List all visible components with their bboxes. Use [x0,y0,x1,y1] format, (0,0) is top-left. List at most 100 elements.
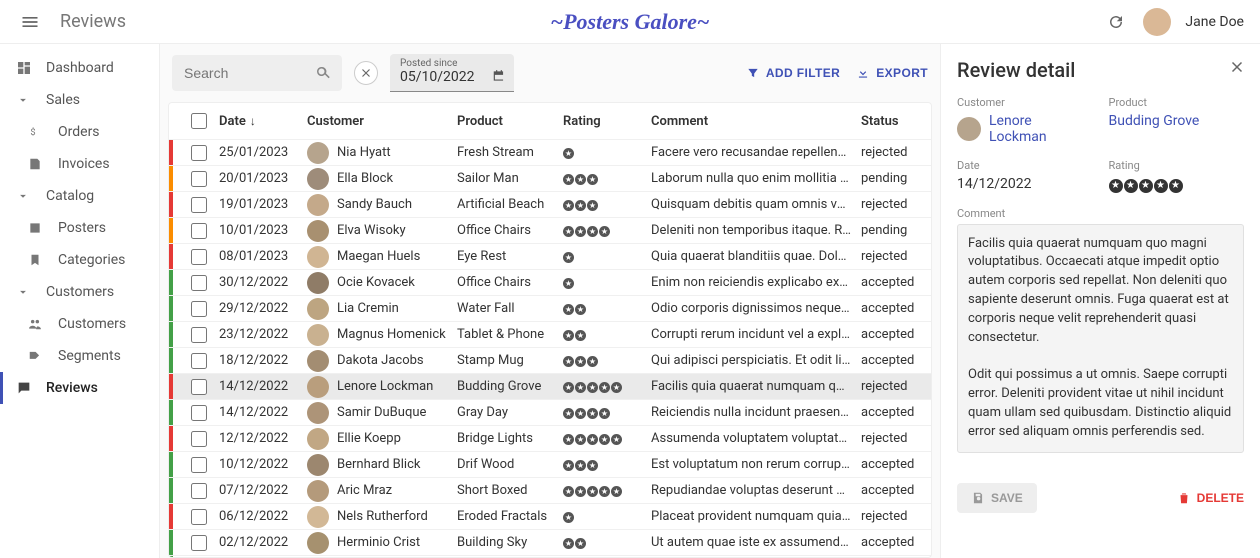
save-button[interactable]: SAVE [957,483,1037,513]
col-customer[interactable]: Customer [307,114,457,129]
nav-reviews[interactable]: Reviews [0,372,159,404]
menu-button[interactable] [16,8,44,36]
row-date: 07/12/2022 [219,483,307,498]
table-row[interactable]: 20/01/2023Ella BlockSailor Man★★★Laborum… [169,165,931,191]
nav-customers[interactable]: Customers [0,308,159,340]
table-row[interactable]: 14/12/2022Samir DuBuqueGray Day★★★★Reici… [169,399,931,425]
row-checkbox[interactable] [191,223,207,239]
trash-icon [1177,491,1191,505]
col-date[interactable]: Date↓ [219,114,307,129]
table-row[interactable]: 19/01/2023Sandy BauchArtificial Beach★★★… [169,191,931,217]
add-filter-button[interactable]: ADD FILTER [746,66,840,80]
detail-date-label: Date [957,159,1093,172]
detail-customer-link[interactable]: Lenore Lockman [989,113,1093,145]
detail-product-link[interactable]: Budding Grove [1109,113,1245,129]
select-all-checkbox[interactable] [191,113,207,129]
row-checkbox[interactable] [191,249,207,265]
star-icon: ★ [1109,179,1123,193]
table-row[interactable]: 23/12/2022Magnus HomenickTablet & Phone★… [169,321,931,347]
star-icon: ★ [599,226,610,237]
row-rating: ★★★★★ [563,434,622,445]
row-checkbox[interactable] [191,327,207,343]
row-checkbox[interactable] [191,353,207,369]
star-icon: ★ [1139,179,1153,193]
status-stripe [169,244,173,269]
nav-invoices[interactable]: Invoices [0,148,159,180]
nav-dashboard[interactable]: Dashboard [0,52,159,84]
detail-rating: ★★★★★ [1109,176,1245,193]
close-detail-button[interactable] [1228,58,1246,76]
row-status: pending [861,171,921,186]
row-checkbox[interactable] [191,379,207,395]
table-row[interactable]: 18/12/2022Dakota JacobsStamp Mug★★★Qui a… [169,347,931,373]
delete-button[interactable]: DELETE [1177,491,1244,505]
col-product[interactable]: Product [457,114,563,129]
sort-desc-icon: ↓ [250,114,256,128]
table-row[interactable]: 10/01/2023Elva WisokyOffice Chairs★★★★De… [169,217,931,243]
row-customer: Nels Rutherford [337,509,428,524]
row-customer: Samir DuBuque [337,405,426,420]
row-checkbox[interactable] [191,171,207,187]
row-checkbox[interactable] [191,535,207,551]
col-status[interactable]: Status [861,114,921,129]
nav-posters[interactable]: Posters [0,212,159,244]
nav-orders[interactable]: $Orders [0,116,159,148]
table-row[interactable]: 30/12/2022Ocie KovacekOffice Chairs★Enim… [169,269,931,295]
star-icon: ★ [563,382,574,393]
detail-comment-textarea[interactable]: Facilis quia quaerat numquam quo magni v… [957,224,1244,453]
row-checkbox[interactable] [191,145,207,161]
table-row[interactable]: 10/12/2022Bernhard BlickDrif Wood★★★Est … [169,451,931,477]
star-icon: ★ [611,434,622,445]
row-checkbox[interactable] [191,301,207,317]
row-checkbox[interactable] [191,197,207,213]
table-row[interactable]: 06/12/2022Nels RutherfordEroded Fractals… [169,503,931,529]
row-product: Office Chairs [457,275,563,290]
row-product: Sailor Man [457,171,563,186]
star-icon: ★ [587,408,598,419]
row-checkbox[interactable] [191,275,207,291]
posted-since-field[interactable]: Posted since 05/10/2022 [390,54,514,92]
status-stripe [169,400,173,425]
star-icon: ★ [575,486,586,497]
status-stripe [169,478,173,503]
nav-segments[interactable]: Segments [0,340,159,372]
table-row[interactable]: 12/12/2022Ellie KoeppBridge Lights★★★★★A… [169,425,931,451]
nav-categories[interactable]: Categories [0,244,159,276]
row-checkbox[interactable] [191,483,207,499]
user-avatar[interactable] [1143,8,1171,36]
row-checkbox[interactable] [191,431,207,447]
row-checkbox[interactable] [191,509,207,525]
row-comment: Placeat provident numquam quia. … [651,509,861,524]
comment-icon [16,380,34,396]
row-status: rejected [861,379,921,394]
nav-sales[interactable]: Sales [0,84,159,116]
row-date: 10/01/2023 [219,223,307,238]
col-rating[interactable]: Rating [563,114,651,129]
search-icon [314,64,332,82]
table-row[interactable]: 07/12/2022Aric MrazShort Boxed★★★★★Repud… [169,477,931,503]
table-row[interactable]: 25/01/2023Nia HyattFresh Stream★Facere v… [169,139,931,165]
row-customer: Lia Cremin [337,301,399,316]
col-comment[interactable]: Comment [651,114,861,129]
row-product: Eroded Fractals [457,509,563,524]
row-comment: Repudiandae voluptas deserunt od… [651,483,861,498]
nav-customers-group[interactable]: Customers [0,276,159,308]
table-row[interactable]: 02/12/2022Herminio CristBuilding Sky★★Ut… [169,529,931,555]
row-product: Bridge Lights [457,431,563,446]
row-date: 23/12/2022 [219,327,307,342]
star-icon: ★ [575,356,586,367]
row-comment: Qui adipisci perspiciatis. Et odit lib… [651,353,861,368]
image-icon [28,221,46,235]
row-checkbox[interactable] [191,405,207,421]
table-row[interactable]: 29/12/2022Lia CreminWater Fall★★Odio cor… [169,295,931,321]
row-checkbox[interactable] [191,457,207,473]
export-button[interactable]: EXPORT [856,66,928,80]
star-icon: ★ [563,200,574,211]
table-row[interactable]: 08/01/2023Maegan HuelsEye Rest★Quia quae… [169,243,931,269]
row-avatar [307,246,329,268]
table-row[interactable]: 14/12/2022Lenore LockmanBudding Grove★★★… [169,373,931,399]
clear-filter-button[interactable] [354,61,378,85]
nav-catalog[interactable]: Catalog [0,180,159,212]
refresh-button[interactable] [1103,9,1129,35]
calendar-icon [492,69,506,83]
